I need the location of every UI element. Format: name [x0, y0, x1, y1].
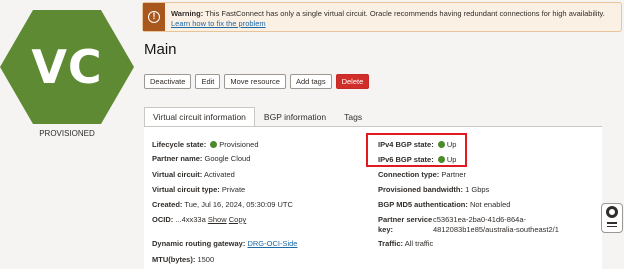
- traffic-label: Traffic:: [378, 239, 404, 248]
- created-value: Tue, Jul 16, 2024, 05:30:09 UTC: [184, 200, 293, 209]
- created-label: Created:: [152, 200, 183, 209]
- tab-tags[interactable]: Tags: [335, 107, 371, 127]
- ocid-show-link[interactable]: Show: [208, 215, 227, 224]
- virtual-circuit-type-value: Private: [221, 185, 246, 194]
- connection-type-field: Connection type: Partner: [378, 170, 466, 180]
- ocid-value: ...4xx33a: [175, 215, 206, 224]
- virtual-circuit-type-field: Virtual circuit type: Private: [152, 185, 245, 195]
- edit-button[interactable]: Edit: [195, 74, 221, 89]
- ocid-copy-link[interactable]: Copy: [229, 215, 247, 224]
- drg-link[interactable]: DRG-OCI-Side: [247, 239, 297, 248]
- lifebuoy-icon: [606, 206, 618, 218]
- connection-type-label: Connection type:: [378, 170, 440, 179]
- partner-service-key-label-line1: Partner service: [378, 215, 433, 224]
- partner-name-field: Partner name: Google Cloud: [152, 154, 250, 164]
- page-title: Main: [144, 41, 177, 58]
- warning-fix-link[interactable]: Learn how to fix the problem: [171, 19, 266, 28]
- lifecycle-state-field: Lifecycle state: Provisioned: [152, 140, 259, 150]
- virtual-circuit-field: Virtual circuit: Activated: [152, 170, 235, 180]
- bgp-md5-value: Not enabled: [469, 200, 511, 209]
- bgp-state-highlight-box: [366, 133, 467, 167]
- warning-text: This FastConnect has only a single virtu…: [205, 9, 605, 18]
- ocid-field: OCID: ...4xx33a Show Copy: [152, 215, 246, 225]
- warning-message: Warning: This FastConnect has only a sin…: [171, 9, 613, 29]
- partner-name-value: Google Cloud: [204, 154, 251, 163]
- warning-banner: ! Warning: This FastConnect has only a s…: [142, 2, 622, 32]
- ocid-label: OCID:: [152, 215, 174, 224]
- partner-service-key-value-line2: 4812083b1e85/australia-southeast2/1: [433, 225, 559, 234]
- partner-service-key-label-line2: key:: [378, 225, 394, 234]
- traffic-field: Traffic: All traffic: [378, 239, 433, 249]
- move-resource-button[interactable]: Move resource: [224, 74, 286, 89]
- bgp-md5-label: BGP MD5 authentication:: [378, 200, 468, 209]
- resource-hexagon-icon: VC: [0, 8, 134, 126]
- drg-field: Dynamic routing gateway: DRG-OCI-Side: [152, 239, 297, 249]
- warning-title: Warning:: [171, 9, 204, 18]
- help-button[interactable]: [601, 203, 623, 233]
- mtu-field: MTU(bytes): 1500: [152, 255, 214, 265]
- virtual-circuit-label: Virtual circuit:: [152, 170, 203, 179]
- provisioned-bandwidth-label: Provisioned bandwidth:: [378, 185, 464, 194]
- traffic-value: All traffic: [404, 239, 434, 248]
- created-field: Created: Tue, Jul 16, 2024, 05:30:09 UTC: [152, 200, 293, 210]
- warning-icon: !: [143, 3, 165, 31]
- drg-label: Dynamic routing gateway:: [152, 239, 246, 248]
- mtu-label: MTU(bytes):: [152, 255, 196, 264]
- provisioned-bandwidth-field: Provisioned bandwidth: 1 Gbps: [378, 185, 489, 195]
- tab-bgp-information[interactable]: BGP information: [255, 107, 335, 127]
- detail-tabs: Virtual circuit information BGP informat…: [144, 107, 371, 127]
- virtual-circuit-type-label: Virtual circuit type:: [152, 185, 220, 194]
- resource-state-label: PROVISIONED: [39, 129, 95, 138]
- status-dot-icon: [210, 141, 218, 148]
- add-tags-button[interactable]: Add tags: [289, 74, 332, 89]
- partner-name-label: Partner name:: [152, 154, 203, 163]
- lifecycle-state-label: Lifecycle state:: [152, 140, 207, 149]
- partner-service-key-value: c53631ea-2ba0-41d6-864a- 4812083b1e85/au…: [433, 215, 559, 235]
- partner-service-key-value-line1: c53631ea-2ba0-41d6-864a-: [433, 215, 526, 224]
- connection-type-value: Partner: [441, 170, 466, 179]
- tab-virtual-circuit-information[interactable]: Virtual circuit information: [144, 107, 255, 127]
- lifecycle-state-value: Provisioned: [219, 140, 259, 149]
- menu-lines-icon: [607, 222, 617, 230]
- partner-service-key-label: Partner service key:: [378, 215, 432, 235]
- delete-button[interactable]: Delete: [335, 74, 370, 89]
- action-toolbar: Deactivate Edit Move resource Add tags D…: [144, 74, 370, 89]
- mtu-value: 1500: [197, 255, 215, 264]
- resource-initials: VC: [31, 40, 103, 94]
- bgp-md5-field: BGP MD5 authentication: Not enabled: [378, 200, 510, 210]
- provisioned-bandwidth-value: 1 Gbps: [465, 185, 490, 194]
- deactivate-button[interactable]: Deactivate: [144, 74, 192, 89]
- virtual-circuit-value: Activated: [203, 170, 235, 179]
